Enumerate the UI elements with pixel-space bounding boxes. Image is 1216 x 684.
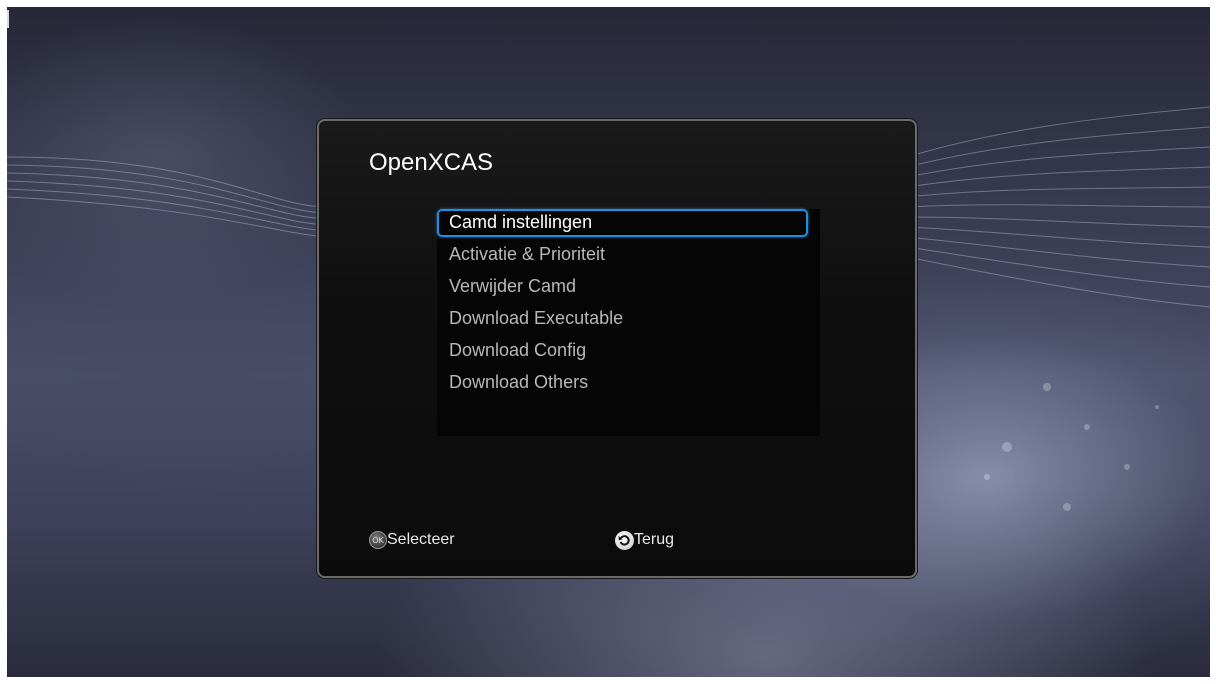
menu-item-download-config[interactable]: Download Config: [449, 337, 586, 364]
text-cursor: [7, 10, 9, 28]
menu-item-activatie-prioriteit[interactable]: Activatie & Prioriteit: [449, 241, 605, 268]
ok-button-icon: OK: [369, 531, 387, 549]
menu-list: Camd instellingen Activatie & Prioriteit…: [437, 209, 820, 436]
select-label: Selecteer: [387, 531, 455, 548]
select-hint[interactable]: OK Selecteer: [369, 529, 455, 551]
dialog-title: OpenXCAS: [369, 149, 494, 176]
menu-item-download-others[interactable]: Download Others: [449, 369, 588, 396]
openxcas-dialog: OpenXCAS Camd instellingen Activatie & P…: [317, 119, 917, 578]
menu-item-download-executable[interactable]: Download Executable: [449, 305, 623, 332]
tv-screen: OpenXCAS Camd instellingen Activatie & P…: [7, 7, 1210, 677]
back-label: Terug: [634, 531, 675, 548]
menu-item-camd-instellingen[interactable]: Camd instellingen: [449, 209, 592, 236]
menu-item-verwijder-camd[interactable]: Verwijder Camd: [449, 273, 576, 300]
back-arrow-icon: [615, 530, 634, 550]
back-hint[interactable]: Terug: [615, 529, 674, 551]
